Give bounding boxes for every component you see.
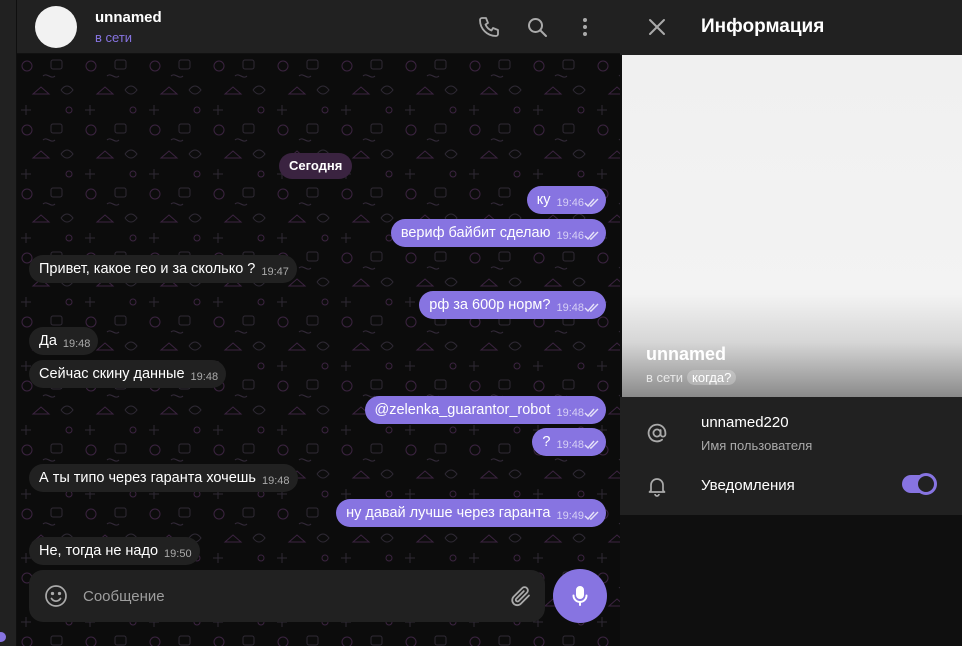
message-text: Да	[39, 333, 57, 349]
message-outgoing[interactable]: ? 19:48	[532, 428, 606, 456]
message-incoming[interactable]: Привет, какое гео и за сколько ? 19:47	[29, 255, 297, 283]
chat-header[interactable]: unnamed в сети	[17, 0, 620, 54]
message-time: 19:48	[62, 338, 91, 350]
message-text: Привет, какое гео и за сколько ?	[39, 261, 256, 277]
message-outgoing[interactable]: рф за 600р норм? 19:48	[419, 291, 606, 319]
last-seen-hint[interactable]: когда?	[687, 370, 737, 385]
message-outgoing[interactable]: ну давай лучше через гаранта 19:49	[336, 499, 606, 527]
notifications-label: Уведомления	[701, 477, 795, 494]
paperclip-icon[interactable]	[509, 584, 533, 608]
username-label: Имя пользователя	[701, 438, 813, 453]
double-check-icon	[584, 499, 600, 527]
message-time: 19:47	[261, 266, 289, 278]
username-value[interactable]: unnamed220	[701, 414, 789, 431]
message-time: 19:48	[261, 475, 290, 487]
unread-indicator	[0, 632, 6, 642]
message-incoming[interactable]: Да 19:48	[29, 327, 99, 355]
more-vertical-icon[interactable]	[573, 15, 597, 39]
message-text: рф за 600р норм?	[429, 297, 551, 313]
message-input[interactable]	[83, 580, 493, 612]
message-time: 19:46	[556, 230, 584, 242]
message-time: 19:48	[190, 371, 219, 383]
message-time: 19:48	[556, 439, 584, 451]
message-time: 19:49	[556, 510, 584, 522]
notifications-toggle[interactable]	[902, 473, 937, 495]
message-time: 19:46	[556, 197, 584, 209]
message-text: @zelenka_guarantor_robot	[374, 402, 551, 418]
at-sign-icon	[646, 422, 668, 444]
info-details: unnamed220 Имя пользователя Уведомления	[620, 397, 962, 515]
toggle-knob	[915, 473, 937, 495]
double-check-icon	[584, 396, 600, 424]
message-composer	[29, 570, 545, 622]
microphone-icon	[572, 586, 588, 606]
profile-name: unnamed	[646, 344, 727, 364]
chat-title: unnamed	[95, 9, 162, 26]
message-time: 19:48	[556, 302, 584, 314]
message-incoming[interactable]: Не, тогда не надо 19:50	[29, 537, 200, 565]
info-panel: Информация unnamed в сети когда? unnamed2…	[620, 0, 962, 646]
profile-status: в сети когда?	[646, 370, 737, 385]
message-text: ку	[536, 192, 551, 208]
double-check-icon	[584, 428, 600, 456]
chat-list-strip	[0, 0, 17, 646]
search-icon[interactable]	[525, 15, 549, 39]
message-time: 19:50	[164, 548, 192, 560]
message-text: вериф байбит сделаю	[400, 225, 551, 241]
phone-icon[interactable]	[477, 15, 501, 39]
message-text: Не, тогда не надо	[39, 543, 159, 559]
message-time: 19:48	[556, 407, 584, 419]
message-incoming[interactable]: А ты типо через гаранта хочешь 19:48	[29, 464, 298, 492]
message-outgoing[interactable]: вериф байбит сделаю 19:46	[390, 219, 606, 247]
info-panel-header: Информация	[620, 0, 962, 55]
message-outgoing[interactable]: ку 19:46	[526, 186, 606, 214]
info-panel-title: Информация	[701, 16, 825, 37]
message-text: Сейчас скину данные	[39, 366, 185, 382]
avatar[interactable]	[35, 6, 77, 48]
profile-photo[interactable]: unnamed в сети когда?	[622, 55, 962, 397]
chat-status: в сети	[95, 30, 133, 45]
bell-icon	[646, 475, 668, 497]
date-separator: Сегодня	[279, 153, 353, 179]
close-icon[interactable]	[646, 16, 668, 38]
message-text: ?	[542, 434, 551, 450]
double-check-icon	[584, 186, 600, 214]
voice-record-button[interactable]	[553, 569, 607, 623]
message-incoming[interactable]: Сейчас скину данные 19:48	[29, 360, 227, 388]
chat-area: unnamed в сети Сегодня ку 19:46 вериф бай…	[17, 0, 620, 646]
message-text: А ты типо через гаранта хочешь	[39, 470, 256, 486]
double-check-icon	[584, 291, 600, 319]
double-check-icon	[584, 219, 600, 247]
profile-status-text: в сети	[646, 370, 684, 385]
message-text: ну давай лучше через гаранта	[346, 505, 551, 521]
message-outgoing[interactable]: @zelenka_guarantor_robot 19:48	[364, 396, 606, 424]
emoji-icon[interactable]	[43, 583, 69, 609]
